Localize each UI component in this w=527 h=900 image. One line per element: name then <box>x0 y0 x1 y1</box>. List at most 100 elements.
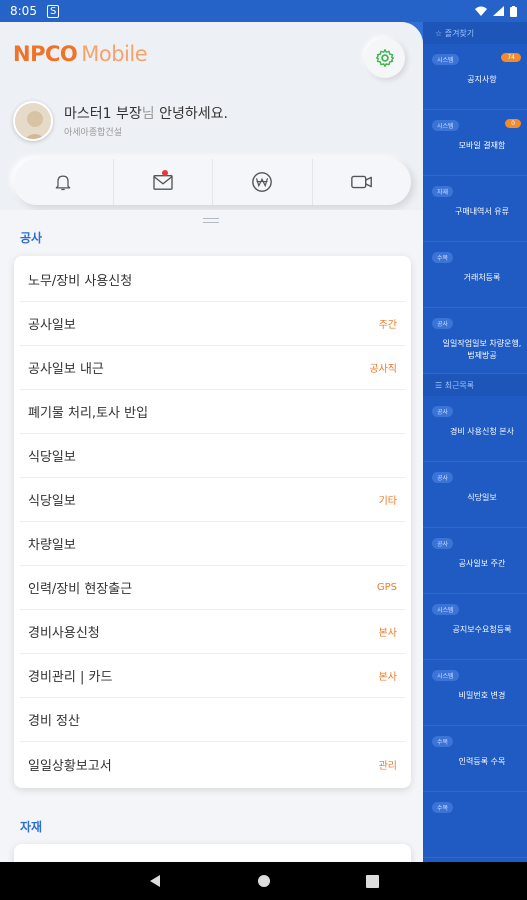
recent-category-tag: 시스템 <box>432 604 459 615</box>
count-badge: 0 <box>505 119 521 128</box>
video-icon <box>350 175 372 189</box>
menu-item-tag: 관리 <box>378 760 397 772</box>
quick-icon-bar <box>14 159 411 205</box>
recent-title: 경비 사용신청 본사 <box>450 427 514 436</box>
menu-item[interactable]: 식당일보 기타 <box>20 478 405 522</box>
recent-item[interactable]: 공사식당일보 <box>423 462 527 528</box>
menu-item-tag: 공사직 <box>369 364 397 375</box>
recent-category-tag: 수목 <box>432 802 454 813</box>
favorite-item[interactable]: 수목 거래처등록 <box>423 242 527 308</box>
payment-button[interactable] <box>213 159 313 205</box>
menu-item[interactable]: 식당일보 <box>20 434 405 478</box>
menu-item-tag: 본사 <box>378 672 397 683</box>
recent-title: 공사일보 주간 <box>458 559 506 568</box>
recent-title: 공지보수요청등록 <box>452 625 512 634</box>
recent-category-tag: 공사 <box>432 538 454 549</box>
menu-item-label: 폐기물 처리,토사 반입 <box>28 406 149 421</box>
menu-item-label: 차량일보 <box>28 538 76 553</box>
favorite-category-tag: 공사 <box>432 318 454 329</box>
notification-button[interactable] <box>14 159 114 205</box>
menu-item[interactable]: 공사일보 주간 <box>20 302 405 346</box>
greeting-honorific: 님 <box>141 106 155 122</box>
favorite-title: 구매내역서 유류 <box>454 207 510 216</box>
greeting: 마스터1 부장님 안녕하세요. <box>64 103 228 123</box>
menu-item[interactable]: 경비 정산 <box>20 698 405 742</box>
gear-icon <box>376 49 394 68</box>
menu-item[interactable]: 인력/장비 현장출근 GPS <box>20 566 405 610</box>
logo-bold: NPCO <box>13 42 78 66</box>
recent-category-tag: 시스템 <box>432 670 459 681</box>
menu-item-tag: 기타 <box>378 496 397 507</box>
recents-icon[interactable] <box>366 874 379 888</box>
status-time: 8:05 <box>10 4 37 18</box>
wifi-icon <box>475 6 487 16</box>
status-bar: 8:05 S <box>0 0 527 22</box>
count-badge: 74 <box>501 53 521 62</box>
home-icon[interactable] <box>257 874 271 888</box>
menu-item-label: 경비관리 | 카드 <box>28 670 113 685</box>
recent-header: ☰ 최근목록 <box>423 374 527 396</box>
system-nav-bar <box>0 862 527 900</box>
recent-category-tag: 공사 <box>432 472 454 483</box>
recent-item[interactable]: 수목 인력등록 수목 <box>423 726 527 792</box>
recent-title: 인력등록 수목 <box>458 757 506 766</box>
section-title-materials: 자재 <box>20 820 43 834</box>
favorite-category-tag: 시스템 <box>432 54 459 65</box>
menu-sheet: 공사 노무/장비 사용신청 공사일보 주간 공사일보 내근 공사직 폐기물 처리,토… <box>0 210 423 862</box>
menu-item[interactable]: 경비사용신청 본사 <box>20 610 405 654</box>
header: NPCO Mobile 마스터1 부장님 안녕하세요. 아세아종합건설 <box>0 22 423 212</box>
app-logo: NPCO Mobile <box>13 42 148 66</box>
recent-category-tag: 공사 <box>432 406 454 417</box>
menu-item-label: 경비 정산 <box>28 714 80 729</box>
favorite-item[interactable]: 자재 구매내역서 유류 <box>423 176 527 242</box>
battery-icon <box>510 5 517 17</box>
favorites-header: ☆ 즐겨찾기 <box>423 22 527 44</box>
main-panel: NPCO Mobile 마스터1 부장님 안녕하세요. 아세아종합건설 공사 노… <box>0 22 423 862</box>
favorite-item[interactable]: 시스템 74 공지사항 <box>423 44 527 110</box>
favorite-category-tag: 시스템 <box>432 120 459 131</box>
back-icon[interactable] <box>148 874 162 888</box>
user-avatar-icon <box>15 103 51 139</box>
menu-item-label: 인력/장비 현장출근 <box>28 582 133 597</box>
menu-item[interactable]: 경비관리 | 카드 본사 <box>20 654 405 698</box>
favorite-title: 모바일 결재함 <box>458 141 506 150</box>
menu-item-tag: 본사 <box>378 628 397 639</box>
recent-item[interactable]: 공사경비 사용신청 본사 <box>423 396 527 462</box>
menu-card-construction: 노무/장비 사용신청 공사일보 주간 공사일보 내근 공사직 폐기물 처리,토사 반… <box>14 256 411 788</box>
menu-item-tag: GPS <box>376 582 397 593</box>
favorite-item[interactable]: 시스템 0 모바일 결재함 <box>423 110 527 176</box>
drag-handle[interactable] <box>203 218 219 223</box>
video-button[interactable] <box>313 159 412 205</box>
signal-icon <box>493 6 504 16</box>
avatar[interactable] <box>13 101 53 141</box>
menu-item-label: 공사일보 내근 <box>28 362 104 377</box>
menu-item[interactable]: 차량일보 <box>20 522 405 566</box>
app-notification-icon: S <box>46 4 60 18</box>
recent-title: 식당일보 <box>467 493 497 502</box>
recent-item[interactable]: 시스템 비밀번호 변경 <box>423 660 527 726</box>
section-title-construction: 공사 <box>20 231 43 245</box>
favorite-title: 공지사항 <box>467 75 497 84</box>
menu-item[interactable]: 폐기물 처리,토사 반입 <box>20 390 405 434</box>
bell-icon <box>55 175 71 191</box>
message-button[interactable] <box>114 159 213 205</box>
menu-item[interactable]: 공사일보 내근 공사직 <box>20 346 405 390</box>
recent-item[interactable]: 공사공사일보 주간 <box>423 528 527 594</box>
menu-item-label: 식당일보 <box>28 450 76 465</box>
menu-item[interactable]: 일일상황보고서 관리 <box>20 742 405 786</box>
won-icon <box>252 172 273 192</box>
favorite-title: 일일작업일보 차량운행, 법제방공 <box>442 339 522 360</box>
favorite-category-tag: 수목 <box>432 252 454 263</box>
recent-item[interactable]: 수목 <box>423 792 527 858</box>
company-name: 아세아종합건설 <box>64 128 122 138</box>
menu-card-materials <box>14 844 411 862</box>
favorite-item[interactable]: 공사일일작업일보 차량운행, 법제방공 <box>423 308 527 374</box>
menu-item-label: 경비사용신청 <box>28 626 100 641</box>
menu-item-label: 공사일보 <box>28 318 76 333</box>
menu-item-label: 식당일보 <box>28 494 76 509</box>
settings-button[interactable] <box>365 38 405 78</box>
recent-item[interactable]: 시스템공지보수요청등록 <box>423 594 527 660</box>
menu-item[interactable]: 노무/장비 사용신청 <box>20 258 405 302</box>
menu-item-tag: 주간 <box>378 320 397 331</box>
logo-light: Mobile <box>81 42 148 66</box>
